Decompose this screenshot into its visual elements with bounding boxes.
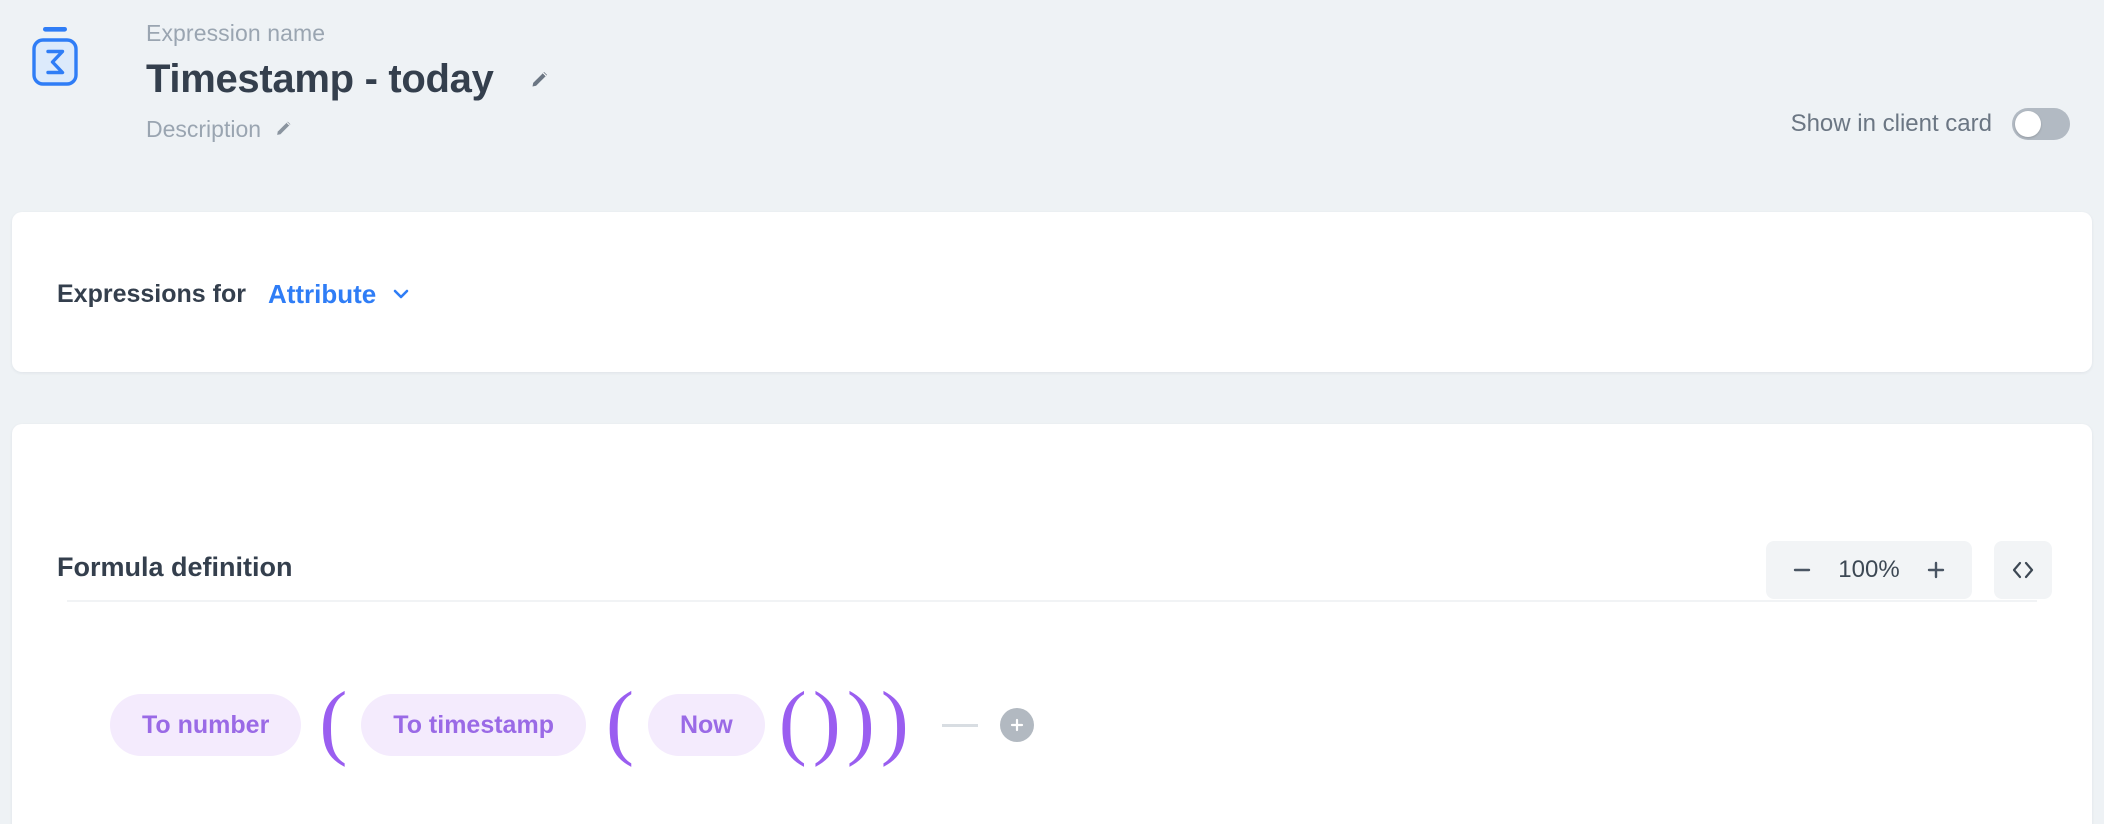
code-brackets-icon [2008,555,2038,585]
pencil-icon[interactable] [273,117,297,141]
chevron-down-icon[interactable] [390,283,412,305]
expressions-for-label: Expressions for [57,280,246,308]
zoom-out-button[interactable] [1776,544,1828,596]
show-in-client-card-control[interactable]: Show in client card [1791,108,2070,140]
pencil-icon[interactable] [528,67,552,91]
show-in-client-card-label: Show in client card [1790,110,1992,137]
page-title: Timestamp - today [146,57,494,101]
title-row: Timestamp - today [146,54,552,104]
zoom-level-value: 100% [1838,556,1900,583]
formula-token-function[interactable]: To number [110,694,302,756]
page-header: Expression name Timestamp - today Descri… [0,0,2104,208]
expressions-for-row: Expressions for Attribute [57,278,412,310]
plus-circle-icon [1007,715,1027,735]
show-in-client-card-toggle[interactable] [2012,108,2070,140]
add-token-button[interactable] [999,708,1034,742]
formula-definition-card: Formula definition 100% To number (To t… [12,424,2092,824]
expressions-for-card: Expressions for Attribute [12,212,2092,372]
formula-token-function[interactable]: Now [647,694,765,756]
sigma-expression-icon [21,20,89,88]
formula-token-function[interactable]: To timestamp [361,694,586,756]
code-view-button[interactable] [1994,541,2052,599]
toggle-knob [2015,111,2041,137]
formula-expression: To number ( To timestamp ( Now ( ) ) ) [110,680,1034,764]
description-label: Description [146,116,262,142]
header-text-block: Expression name Timestamp - today Descri… [146,18,552,144]
formula-header-divider [67,600,2037,602]
expression-name-label: Expression name [146,20,326,46]
formula-definition-title: Formula definition [57,552,293,582]
zoom-control-group: 100% [1766,541,1972,599]
expressions-for-dropdown[interactable]: Attribute [268,278,376,310]
expression-editor-page: Expression name Timestamp - today Descri… [0,0,2104,824]
description-row: Description [146,114,552,144]
zoom-in-button[interactable] [1910,544,1962,596]
formula-tail-connector [941,723,978,727]
